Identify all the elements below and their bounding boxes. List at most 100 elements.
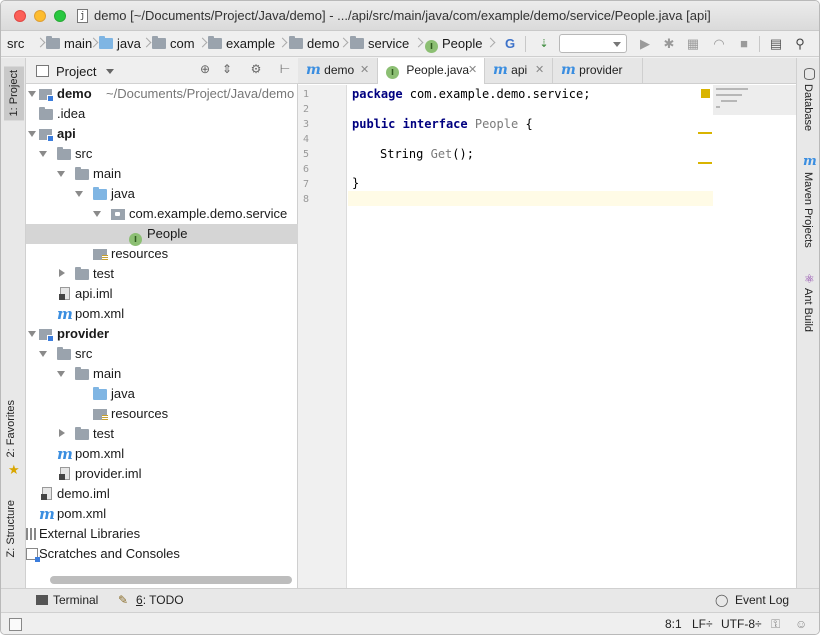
tree-item-provider-main[interactable]: main [26, 364, 298, 384]
debug-icon[interactable]: ✱ [660, 35, 678, 53]
tree-item-demo[interactable]: demo ~/Documents/Project/Java/demo [26, 84, 298, 104]
iml-file-icon [41, 487, 52, 500]
breadcrumb-demo[interactable]: demo [289, 35, 340, 53]
breadcrumb-java[interactable]: java [99, 35, 141, 53]
terminal-button[interactable]: Terminal [53, 593, 98, 607]
tab-favorites-toolwindow[interactable]: 2: Favorites [5, 400, 17, 457]
translate-icon[interactable]: G [501, 35, 519, 53]
breadcrumb-service[interactable]: service [350, 35, 409, 53]
locate-file-icon[interactable]: ⊕ [197, 62, 213, 76]
tab-demo[interactable]: m demo ✕ [298, 58, 378, 84]
tree-item-provider-iml[interactable]: provider.iml [26, 464, 298, 484]
inspection-status-icon[interactable] [701, 89, 710, 98]
expand-arrow-icon[interactable] [28, 131, 36, 137]
tree-item-demo-iml[interactable]: demo.iml [26, 484, 298, 504]
expand-arrow-icon[interactable] [57, 371, 65, 377]
tree-item-provider-java[interactable]: java [26, 384, 298, 404]
breadcrumb-main[interactable]: main [46, 35, 92, 53]
tab-provider[interactable]: m provider [553, 58, 643, 84]
tree-item-provider[interactable]: provider [26, 324, 298, 344]
event-log-button[interactable]: Event Log [735, 593, 789, 607]
expand-arrow-icon[interactable] [28, 91, 36, 97]
event-log-icon: ◯ [715, 593, 729, 607]
tree-item-resources[interactable]: resources [26, 244, 298, 264]
todo-button[interactable]: 6: TODO [136, 593, 184, 607]
tree-item-label: main [93, 166, 122, 181]
tree-item-label: demo [57, 86, 92, 101]
run-icon[interactable]: ▶ [636, 35, 654, 53]
project-panel-header: Project ⊕ ⇕ ⚙ ⊢ [26, 58, 298, 84]
hide-panel-icon[interactable]: ⊢ [277, 62, 293, 76]
tree-item-provider-pom[interactable]: m pom.xml [26, 444, 298, 464]
code-identifier: People [474, 117, 519, 131]
tree-item-provider-src[interactable]: src [26, 344, 298, 364]
run-configuration-select[interactable] [559, 34, 627, 53]
maximize-window-button[interactable] [54, 10, 66, 22]
expand-arrow-icon[interactable] [57, 171, 65, 177]
expand-arrow-icon[interactable] [93, 211, 101, 217]
collapsed-arrow-icon[interactable] [59, 429, 65, 437]
close-window-button[interactable] [14, 10, 26, 22]
tree-item-java[interactable]: java [26, 184, 298, 204]
tab-maven-toolwindow[interactable]: Maven Projects [802, 172, 814, 248]
stop-icon[interactable]: ■ [735, 35, 753, 53]
line-separator-selector[interactable]: LF÷ [692, 617, 713, 631]
tree-item-package[interactable]: com.example.demo.service [26, 204, 298, 224]
encoding-selector[interactable]: UTF-8÷ [721, 617, 762, 631]
search-icon[interactable]: ⚲ [791, 35, 809, 53]
warning-stripe[interactable] [698, 132, 712, 134]
tree-item-src[interactable]: src [26, 144, 298, 164]
breadcrumb-com[interactable]: com [152, 35, 195, 53]
code-line-3: public interface People { [352, 117, 533, 132]
close-tab-icon[interactable]: ✕ [468, 58, 477, 83]
collapse-all-icon[interactable]: ⇕ [219, 62, 235, 76]
close-tab-icon[interactable]: ✕ [360, 58, 369, 83]
tab-api[interactable]: m api ✕ [485, 58, 553, 84]
code-minimap[interactable] [713, 85, 796, 115]
collapsed-arrow-icon[interactable] [59, 269, 65, 277]
hector-icon[interactable]: ☺ [795, 617, 807, 631]
tab-structure-toolwindow[interactable]: Z: Structure [5, 500, 17, 557]
expand-arrow-icon[interactable] [75, 191, 83, 197]
tree-item-provider-test[interactable]: test [26, 424, 298, 444]
lock-icon[interactable]: ⚿ [771, 617, 780, 632]
breadcrumb-separator-icon [413, 37, 424, 48]
tab-people-java[interactable]: I People.java ✕ [378, 58, 485, 84]
tree-item-test[interactable]: test [26, 264, 298, 284]
tree-item-demo-pom[interactable]: m pom.xml [26, 504, 298, 524]
tree-item-idea[interactable]: .idea [26, 104, 298, 124]
tree-item-provider-resources[interactable]: resources [26, 404, 298, 424]
tree-item-path: ~/Documents/Project/Java/demo [106, 86, 295, 101]
tree-item-api[interactable]: api [26, 124, 298, 144]
expand-arrow-icon[interactable] [28, 331, 36, 337]
breadcrumb-example[interactable]: example [208, 35, 275, 53]
coverage-icon[interactable]: ▦ [684, 35, 702, 53]
tree-item-api-iml[interactable]: api.iml [26, 284, 298, 304]
tree-item-api-pom[interactable]: m pom.xml [26, 304, 298, 324]
project-view-selector[interactable]: Project [56, 64, 96, 79]
caret-position[interactable]: 8:1 [665, 617, 682, 631]
close-tab-icon[interactable]: ✕ [535, 58, 544, 83]
tab-ant-toolwindow[interactable]: Ant Build [802, 288, 814, 332]
expand-arrow-icon[interactable] [39, 151, 47, 157]
toggle-tool-windows-icon[interactable] [9, 618, 22, 631]
breadcrumb-people[interactable]: I People [425, 35, 482, 53]
breadcrumb-src[interactable]: src [7, 35, 24, 53]
tree-item-scratches[interactable]: Scratches and Consoles [26, 544, 298, 564]
profile-icon[interactable]: ◠ [710, 35, 728, 53]
project-structure-icon[interactable]: ▤ [767, 35, 785, 53]
tab-database-toolwindow[interactable]: Database [802, 84, 814, 131]
horizontal-scrollbar[interactable] [50, 576, 298, 584]
tree-item-external-libraries[interactable]: External Libraries [26, 524, 298, 544]
tab-project-toolwindow[interactable]: 1: Project [4, 66, 24, 121]
breadcrumb-separator-icon [277, 37, 288, 48]
chevron-down-icon[interactable] [106, 69, 114, 74]
gear-icon[interactable]: ⚙ [248, 62, 264, 76]
build-icon[interactable]: ⇣ [535, 35, 553, 53]
expand-arrow-icon[interactable] [39, 351, 47, 357]
scrollbar-thumb[interactable] [50, 576, 292, 584]
warning-stripe[interactable] [698, 162, 712, 164]
tree-item-main[interactable]: main [26, 164, 298, 184]
tree-item-people[interactable]: I People [26, 224, 298, 246]
minimize-window-button[interactable] [34, 10, 46, 22]
